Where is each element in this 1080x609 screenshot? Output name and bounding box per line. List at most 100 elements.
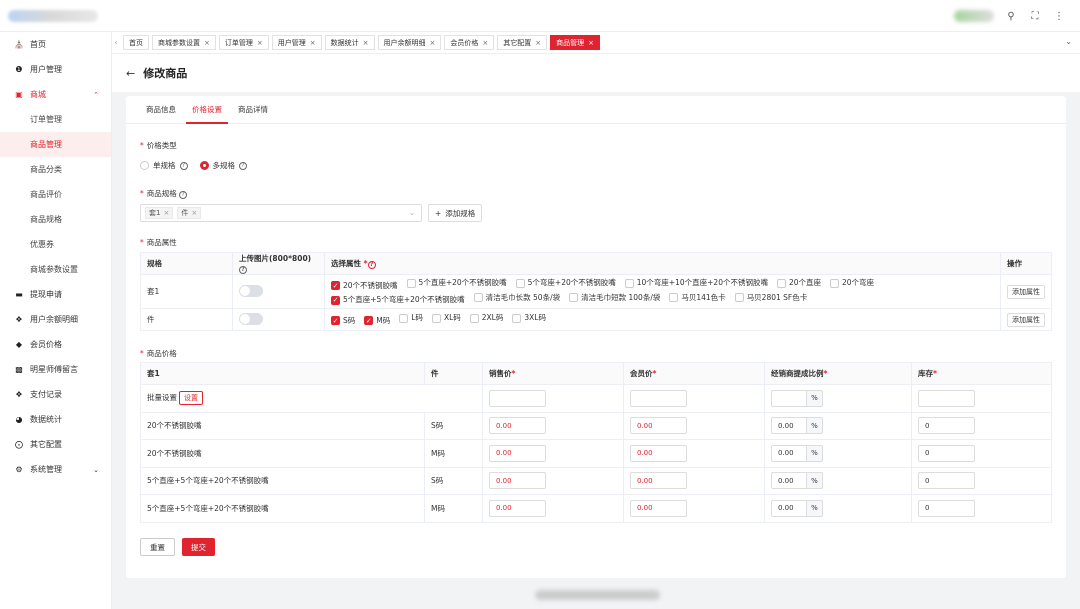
close-icon[interactable]: ×: [163, 209, 169, 217]
attr-checkbox[interactable]: 5个弯座+20个不锈钢胶嘴: [515, 277, 616, 289]
tab-users[interactable]: 用户管理 ×: [271, 35, 322, 50]
attr-checkbox[interactable]: 马贝2801 SF色卡: [734, 292, 807, 304]
attr-checkbox[interactable]: 20个直座: [776, 277, 821, 289]
sidebar-item-mall[interactable]: ▣ 商城 ⌃: [0, 82, 111, 107]
sidebar-item-messages[interactable]: ▩ 明星师傅留言: [0, 357, 111, 382]
sidebar-item-stats[interactable]: ◕ 数据统计: [0, 407, 111, 432]
batch-stock-input[interactable]: [918, 389, 975, 407]
tab-balance[interactable]: 用户余额明细 ×: [377, 35, 442, 50]
reset-button[interactable]: 重置: [140, 538, 175, 556]
upload-image-switch[interactable]: [239, 284, 263, 297]
attr-checkbox[interactable]: 清洁毛巾长款 50条/袋: [473, 292, 560, 304]
attr-checkbox[interactable]: 清洁毛巾短款 100条/袋: [569, 292, 660, 304]
sale-price-input[interactable]: 0.00: [489, 472, 546, 490]
ratio-input[interactable]: 0.00: [771, 499, 807, 517]
sidebar-subitem-mall-settings[interactable]: 商城参数设置: [0, 257, 111, 282]
chevron-down-icon[interactable]: ⌄: [1065, 37, 1072, 46]
sidebar-item-member-price[interactable]: ◆ 会员价格: [0, 332, 111, 357]
attr-checkbox[interactable]: 3XL码: [512, 312, 546, 324]
batch-sale-input[interactable]: [489, 389, 546, 407]
attr-checkbox[interactable]: 20个弯座: [830, 277, 874, 289]
batch-member-input[interactable]: [630, 389, 687, 407]
subtab-product-info[interactable]: 商品信息: [140, 96, 182, 123]
member-price-input[interactable]: 0.00: [630, 472, 687, 490]
sidebar-subitem-orders[interactable]: 订单管理: [0, 107, 111, 132]
batch-ratio-input[interactable]: [771, 389, 807, 407]
submit-button[interactable]: 提交: [182, 538, 215, 556]
tab-other-config[interactable]: 其它配置 ×: [497, 35, 548, 50]
add-attr-button[interactable]: 添加属性: [1007, 312, 1045, 327]
attr-checkbox[interactable]: L码: [399, 312, 423, 324]
sidebar-item-payments[interactable]: ❖ 支付记录: [0, 382, 111, 407]
sidebar-item-withdraw[interactable]: ▬ 提现申请: [0, 282, 111, 307]
chevron-left-icon[interactable]: ‹: [112, 38, 120, 47]
sidebar-subitem-specs[interactable]: 商品规格: [0, 207, 111, 232]
ratio-input[interactable]: 0.00: [771, 444, 807, 462]
sidebar-item-balance[interactable]: ❖ 用户余额明细: [0, 307, 111, 332]
help-icon[interactable]: ?: [239, 265, 247, 274]
batch-set-button[interactable]: 设置: [179, 391, 203, 406]
subtab-price-settings[interactable]: 价格设置: [186, 96, 228, 124]
upload-image-switch[interactable]: [239, 312, 263, 325]
sidebar-subitem-reviews[interactable]: 商品评价: [0, 182, 111, 207]
attr-checkbox[interactable]: 马贝141色卡: [669, 292, 726, 304]
radio-single-spec[interactable]: 单规格 ?: [140, 160, 188, 171]
attr-checkbox[interactable]: 5个直座+20个不锈钢胶嘴: [406, 277, 507, 289]
ratio-input[interactable]: 0.00: [771, 417, 807, 435]
stock-input[interactable]: 0: [918, 444, 975, 462]
help-icon[interactable]: ?: [179, 190, 188, 199]
close-icon[interactable]: ×: [204, 39, 210, 47]
close-icon[interactable]: ×: [191, 209, 197, 217]
sale-price-input[interactable]: 0.00: [489, 444, 546, 462]
fullscreen-icon[interactable]: ⛶: [1028, 9, 1042, 23]
more-icon[interactable]: ⋮: [1052, 9, 1066, 23]
stock-input[interactable]: 0: [918, 472, 975, 490]
attr-checkbox[interactable]: ✓ 20个不锈钢胶嘴: [331, 280, 398, 292]
tab-member-price[interactable]: 会员价格 ×: [444, 35, 495, 50]
close-icon[interactable]: ×: [363, 39, 369, 47]
member-price-input[interactable]: 0.00: [630, 499, 687, 517]
sidebar-subitem-coupons[interactable]: 优惠券: [0, 232, 111, 257]
sidebar-item-home[interactable]: ⛪ 首页: [0, 32, 111, 57]
attr-checkbox[interactable]: XL码: [431, 312, 461, 324]
sidebar-item-users[interactable]: ❶ 用户管理: [0, 57, 111, 82]
attr-checkbox[interactable]: 2XL码: [469, 312, 503, 324]
tab-home[interactable]: 首页: [123, 35, 149, 50]
radio-multi-spec[interactable]: 多规格 ?: [199, 160, 247, 171]
search-icon[interactable]: ⚲: [1004, 9, 1018, 23]
stock-input[interactable]: 0: [918, 499, 975, 517]
help-icon[interactable]: ?: [239, 161, 247, 170]
member-price-input[interactable]: 0.00: [630, 417, 687, 435]
close-icon[interactable]: ×: [535, 39, 541, 47]
attr-checkbox[interactable]: ✓ 5个直座+5个弯座+20个不锈钢胶嘴: [331, 294, 465, 306]
attr-checkbox[interactable]: ✓ S码: [331, 315, 355, 327]
attr-checkbox[interactable]: ✓ M码: [364, 315, 390, 327]
stock-input[interactable]: 0: [918, 417, 975, 435]
member-price-input[interactable]: 0.00: [630, 444, 687, 462]
close-icon[interactable]: ×: [482, 39, 488, 47]
tab-orders[interactable]: 订单管理 ×: [218, 35, 269, 50]
sidebar-item-system[interactable]: ⚙ 系统管理 ⌄: [0, 457, 111, 482]
sale-price-input[interactable]: 0.00: [489, 417, 546, 435]
close-icon[interactable]: ×: [430, 39, 436, 47]
help-icon[interactable]: ?: [179, 161, 188, 170]
attr-checkbox[interactable]: 10个弯座+10个直座+20个不锈钢胶嘴: [624, 277, 768, 289]
sidebar-subitem-categories[interactable]: 商品分类: [0, 157, 111, 182]
sidebar-item-other-config[interactable]: ⨀ 其它配置: [0, 432, 111, 457]
help-icon[interactable]: ?: [367, 260, 376, 269]
tab-stats[interactable]: 数据统计 ×: [324, 35, 375, 50]
sale-price-input[interactable]: 0.00: [489, 499, 546, 517]
ratio-input[interactable]: 0.00: [771, 472, 807, 490]
close-icon[interactable]: ×: [588, 39, 594, 47]
tab-mall-settings[interactable]: 商城参数设置 ×: [152, 35, 216, 50]
subtab-product-detail[interactable]: 商品详情: [232, 96, 274, 123]
close-icon[interactable]: ×: [310, 39, 316, 47]
add-attr-button[interactable]: 添加属性: [1007, 284, 1045, 299]
sidebar-subitem-products[interactable]: 商品管理: [0, 132, 111, 157]
spec-select[interactable]: 套1 × 件 × ⌄: [140, 204, 422, 222]
back-arrow-icon[interactable]: ←: [126, 67, 135, 80]
add-spec-button[interactable]: + 添加规格: [428, 204, 483, 222]
user-avatar[interactable]: [954, 10, 994, 22]
close-icon[interactable]: ×: [257, 39, 263, 47]
tab-products[interactable]: 商品管理 ×: [550, 35, 600, 50]
